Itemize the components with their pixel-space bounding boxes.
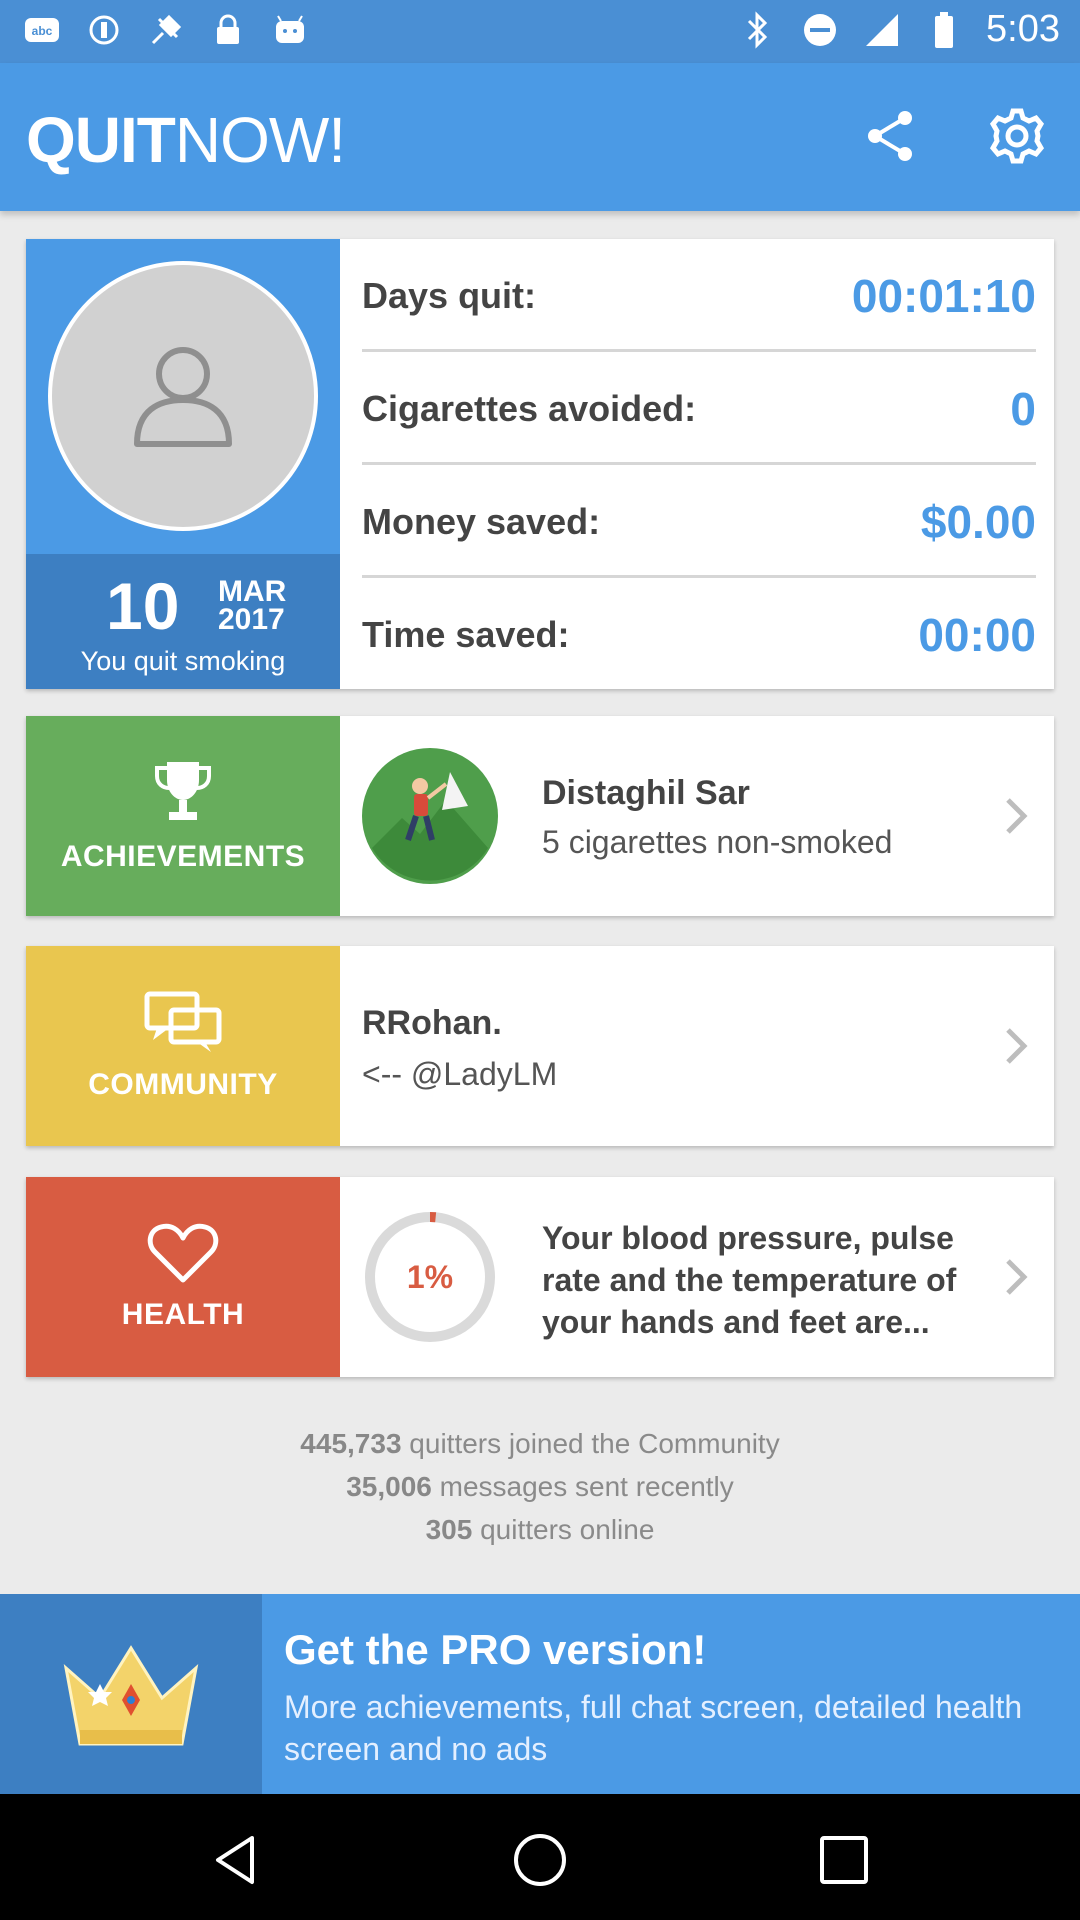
- health-progress-label: 1%: [406, 1258, 454, 1295]
- quitters-online: 305 quitters online: [425, 1514, 655, 1545]
- user-icon: [134, 347, 232, 447]
- stat-label: Money saved:: [362, 501, 601, 542]
- achievement-content: Distaghil Sar 5 cigarettes non-smoked: [362, 716, 1002, 916]
- community-card[interactable]: COMMUNITY RRohan. <-- @LadyLM: [26, 946, 1054, 1146]
- quit-day: 10: [106, 569, 180, 643]
- chevron-right-icon: [1006, 798, 1028, 834]
- pro-title: Get the PRO version!: [284, 1626, 707, 1673]
- health-message: Your blood pressure, pulse rate and the …: [542, 1220, 957, 1340]
- stat-time-saved: Time saved: 00:00: [362, 578, 1036, 691]
- share-icon[interactable]: [858, 103, 924, 169]
- achievements-panel: ACHIEVEMENTS: [26, 716, 340, 916]
- profile-panel: 10 MAR 2017 You quit smoking: [26, 239, 340, 689]
- app-bar: QUITNOW!: [0, 63, 1080, 211]
- settings-icon[interactable]: [984, 103, 1050, 169]
- quitters-joined: 445,733 quitters joined the Community: [300, 1428, 780, 1459]
- bluetooth-icon: [738, 10, 778, 50]
- fake-gps-icon: [146, 10, 186, 50]
- community-message: <-- @LadyLM: [362, 1056, 558, 1092]
- home-icon[interactable]: [512, 1832, 568, 1888]
- pro-description: More achievements, full chat screen, det…: [284, 1689, 1023, 1767]
- community-author: RRohan.: [362, 1004, 502, 1042]
- community-panel: COMMUNITY: [26, 946, 340, 1146]
- app-logo: QUITNOW!: [26, 104, 346, 176]
- health-card[interactable]: HEALTH 1% Your blood pressure, pulse rat…: [26, 1177, 1054, 1377]
- signal-icon: [862, 10, 902, 50]
- achievement-title: Distaghil Sar: [542, 774, 750, 812]
- progress-card[interactable]: 10 MAR 2017 You quit smoking Days quit: 0…: [26, 239, 1054, 689]
- quit-month-year: MAR 2017: [218, 575, 287, 636]
- avatar[interactable]: [48, 261, 318, 531]
- status-bar: abc 5:03: [0, 0, 1080, 63]
- back-icon[interactable]: [208, 1832, 264, 1888]
- stat-label: Cigarettes avoided:: [362, 388, 697, 429]
- health-label: HEALTH: [121, 1298, 245, 1331]
- stat-value: 0: [1010, 383, 1036, 435]
- health-panel: HEALTH: [26, 1177, 340, 1377]
- pro-banner[interactable]: Get the PRO version! More achievements, …: [0, 1594, 1080, 1794]
- stat-money-saved: Money saved: $0.00: [362, 465, 1036, 578]
- crown-panel: [0, 1594, 262, 1794]
- stat-days-quit: Days quit: 00:01:10: [362, 239, 1036, 352]
- chat-icon: [144, 991, 222, 1052]
- achievements-card[interactable]: ACHIEVEMENTS Distaghil Sar 5 cigarettes …: [26, 716, 1054, 916]
- navigation-bar: [0, 1794, 1080, 1920]
- quit-date: 10 MAR 2017 You quit smoking: [26, 554, 340, 689]
- abc-app-icon: abc: [22, 10, 62, 50]
- do-not-disturb-icon: [800, 10, 840, 50]
- hotspot-icon: [84, 10, 124, 50]
- community-stats: 445,733 quitters joined the Community 35…: [0, 1422, 1080, 1551]
- health-content: 1% Your blood pressure, pulse rate and t…: [362, 1177, 1002, 1377]
- clock: 5:03: [986, 8, 1060, 50]
- stat-cigarettes-avoided: Cigarettes avoided: 0: [362, 352, 1036, 465]
- stat-value: 00:00: [918, 609, 1036, 661]
- stat-label: Days quit:: [362, 275, 537, 316]
- svg-text:abc: abc: [32, 24, 53, 38]
- quit-caption: You quit smoking: [80, 646, 286, 676]
- community-label: COMMUNITY: [88, 1068, 278, 1101]
- stats-list: Days quit: 00:01:10 Cigarettes avoided: …: [362, 239, 1036, 691]
- stat-label: Time saved:: [362, 614, 570, 655]
- android-icon: [270, 10, 310, 50]
- trophy-icon: [155, 762, 211, 820]
- stat-value: $0.00: [920, 496, 1036, 548]
- climber-icon: [362, 748, 498, 884]
- chevron-right-icon: [1006, 1028, 1028, 1064]
- heart-icon: [147, 1223, 219, 1283]
- achievement-badge: [362, 748, 498, 884]
- battery-icon: [924, 10, 964, 50]
- achievement-subtitle: 5 cigarettes non-smoked: [542, 824, 893, 860]
- messages-sent: 35,006 messages sent recently: [346, 1471, 734, 1502]
- recents-icon[interactable]: [816, 1832, 872, 1888]
- community-content: RRohan. <-- @LadyLM: [362, 946, 1002, 1146]
- crown-icon: [63, 1645, 199, 1746]
- achievements-label: ACHIEVEMENTS: [60, 840, 306, 873]
- stat-value: 00:01:10: [851, 270, 1036, 322]
- lock-icon: [208, 10, 248, 50]
- chevron-right-icon: [1006, 1259, 1028, 1295]
